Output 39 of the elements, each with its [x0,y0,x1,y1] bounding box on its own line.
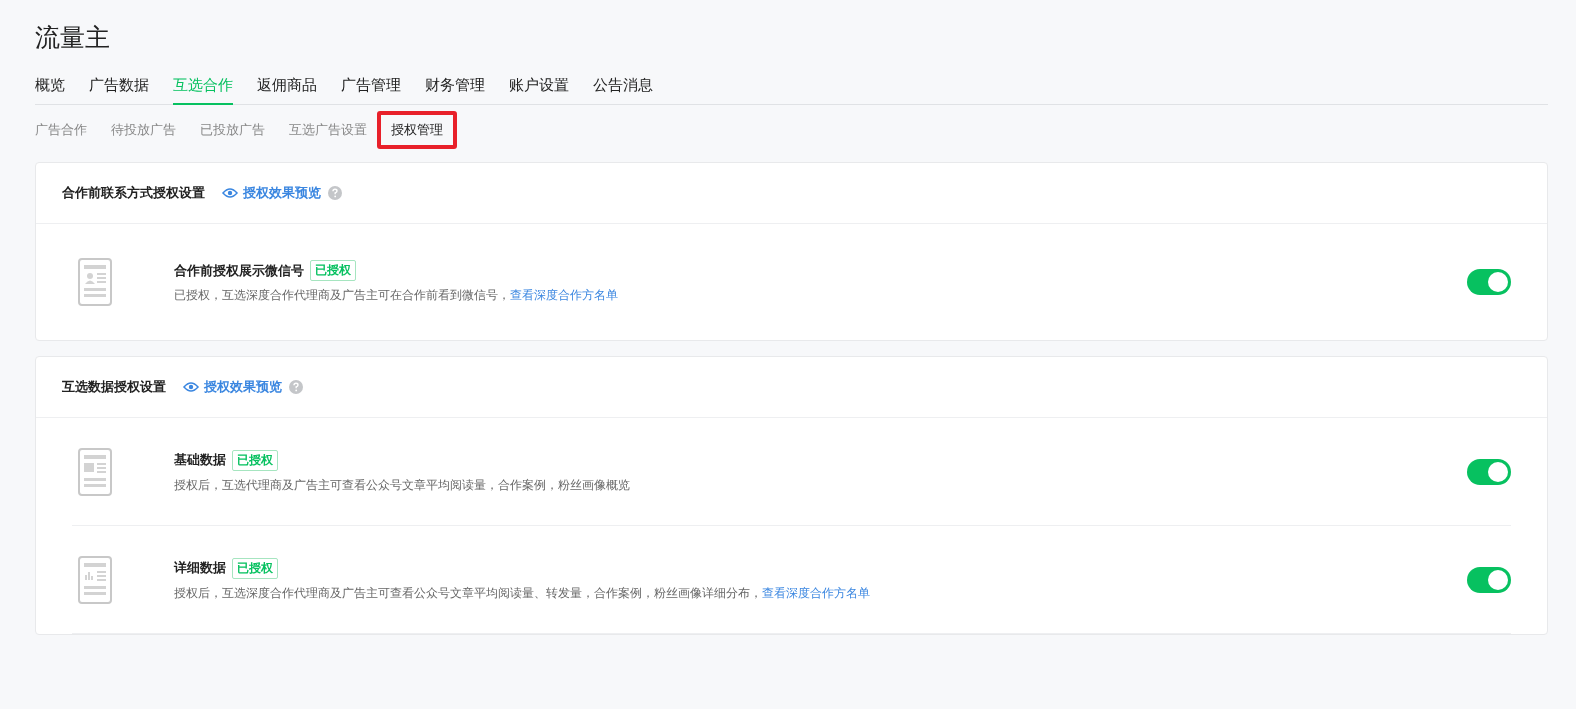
nav-tab[interactable]: 财务管理 [425,76,485,105]
document-icon [78,258,112,306]
nav-tab[interactable]: 互选合作 [173,76,233,105]
eye-icon [222,187,238,199]
setting-name: 详细数据 [174,559,226,577]
sub-tab[interactable]: 已投放广告 [200,115,265,145]
nav-tab[interactable]: 账户设置 [509,76,569,105]
partner-list-link[interactable]: 查看深度合作方名单 [510,288,618,302]
toggle-switch[interactable] [1467,566,1511,593]
setting-description: 已授权，互选深度合作代理商及广告主可在合作前看到微信号， [174,288,510,302]
toggle-switch[interactable] [1467,458,1511,485]
status-tag: 已授权 [232,449,278,471]
setting-description: 授权后，互选代理商及广告主可查看公众号文章平均阅读量，合作案例，粉丝画像概览 [174,477,630,492]
card-title: 合作前联系方式授权设置 [62,184,205,202]
document-icon [78,555,112,604]
sub-tab[interactable]: 互选广告设置 [289,115,367,145]
sub-tab[interactable]: 授权管理 [377,111,457,149]
nav-tab[interactable]: 广告管理 [341,76,401,105]
toggle-switch[interactable] [1467,269,1511,295]
nav-tab[interactable]: 公告消息 [593,76,653,105]
sub-tab[interactable]: 待投放广告 [111,115,176,145]
preview-link[interactable]: 授权效果预览 [243,184,321,202]
page-title: 流量主 [35,22,111,54]
preview-link[interactable]: 授权效果预览 [204,378,282,396]
nav-tab[interactable]: 返佣商品 [257,76,317,105]
setting-description: 授权后，互选深度合作代理商及广告主可查看公众号文章平均阅读量、转发量，合作案例，粉丝画像详细分布， [174,585,762,600]
nav-tab[interactable]: 广告数据 [89,76,149,105]
status-tag: 已授权 [232,557,278,579]
setting-name: 合作前授权展示微信号 [174,261,304,280]
nav-tab[interactable]: 概览 [35,76,65,105]
eye-icon [183,381,199,393]
help-icon[interactable] [328,186,342,200]
document-icon [78,447,112,496]
card-title: 互选数据授权设置 [62,378,166,396]
partner-list-link[interactable]: 查看深度合作方名单 [762,585,870,600]
setting-name: 基础数据 [174,451,226,469]
help-icon[interactable] [289,380,303,394]
sub-tab[interactable]: 广告合作 [35,115,87,145]
status-tag: 已授权 [310,260,356,281]
